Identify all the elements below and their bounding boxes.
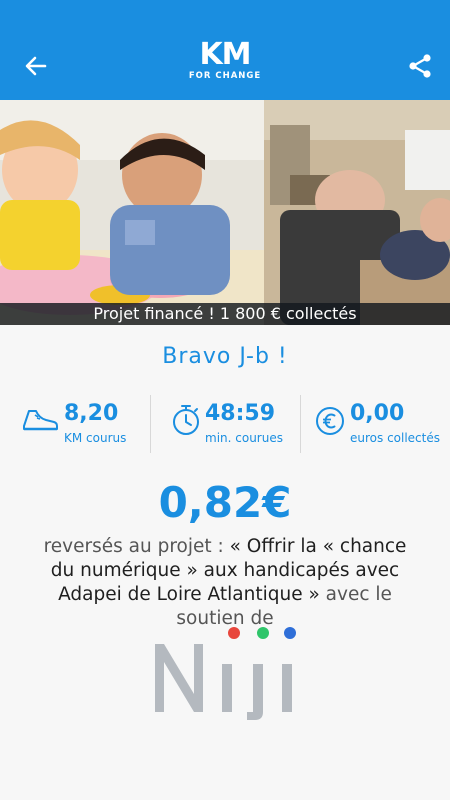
- stat-distance: 8,20 KM courus: [0, 395, 150, 457]
- logo-sub-text: FOR CHANGE: [188, 71, 262, 81]
- sponsor-letter-n: [155, 644, 203, 712]
- back-button[interactable]: [20, 50, 52, 82]
- app-logo: KM FOR CHANGE: [180, 40, 270, 90]
- donation-description: reversés au projet : « Offrir la « chanc…: [30, 535, 420, 631]
- run-stats: 8,20 KM courus 48:59 min. courues 0,00 e…: [0, 395, 450, 457]
- sponsor-dot-red: [228, 627, 240, 639]
- sponsor-letter-i2: [282, 664, 292, 712]
- photo-caption: Projet financé ! 1 800 € collectés: [0, 303, 450, 325]
- arrow-left-icon: [25, 56, 47, 76]
- project-photo-illustration: [0, 100, 450, 325]
- sponsor-letter-i1: [222, 664, 232, 712]
- sponsor-letter-j: [247, 664, 263, 720]
- greeting-title: Bravo J-b !: [162, 344, 288, 369]
- stopwatch-icon: [173, 405, 199, 435]
- stat-time-label: min. courues: [205, 431, 283, 445]
- sponsor-dot-green: [257, 627, 269, 639]
- share-button[interactable]: [402, 48, 438, 84]
- running-shoe-icon: [23, 410, 58, 431]
- stat-time: 48:59 min. courues: [151, 395, 300, 457]
- share-icon: [409, 54, 431, 78]
- donation-text-prefix: reversés au projet :: [43, 536, 230, 557]
- euro-coin-icon: [316, 407, 344, 435]
- project-photo: [0, 100, 450, 325]
- stat-money-value: 0,00: [350, 401, 405, 426]
- stat-distance-value: 8,20: [64, 401, 119, 426]
- app-bar: KM FOR CHANGE: [0, 0, 450, 100]
- stat-money: 0,00 euros collectés: [301, 395, 450, 457]
- sponsor-dot-blue: [284, 627, 296, 639]
- stat-money-label: euros collectés: [350, 431, 440, 445]
- logo-main-text: KM: [199, 37, 251, 72]
- sponsor-logo: [155, 627, 296, 720]
- stat-distance-label: KM courus: [64, 431, 127, 445]
- stat-time-value: 48:59: [205, 401, 276, 426]
- donation-amount: 0,82€: [158, 478, 292, 527]
